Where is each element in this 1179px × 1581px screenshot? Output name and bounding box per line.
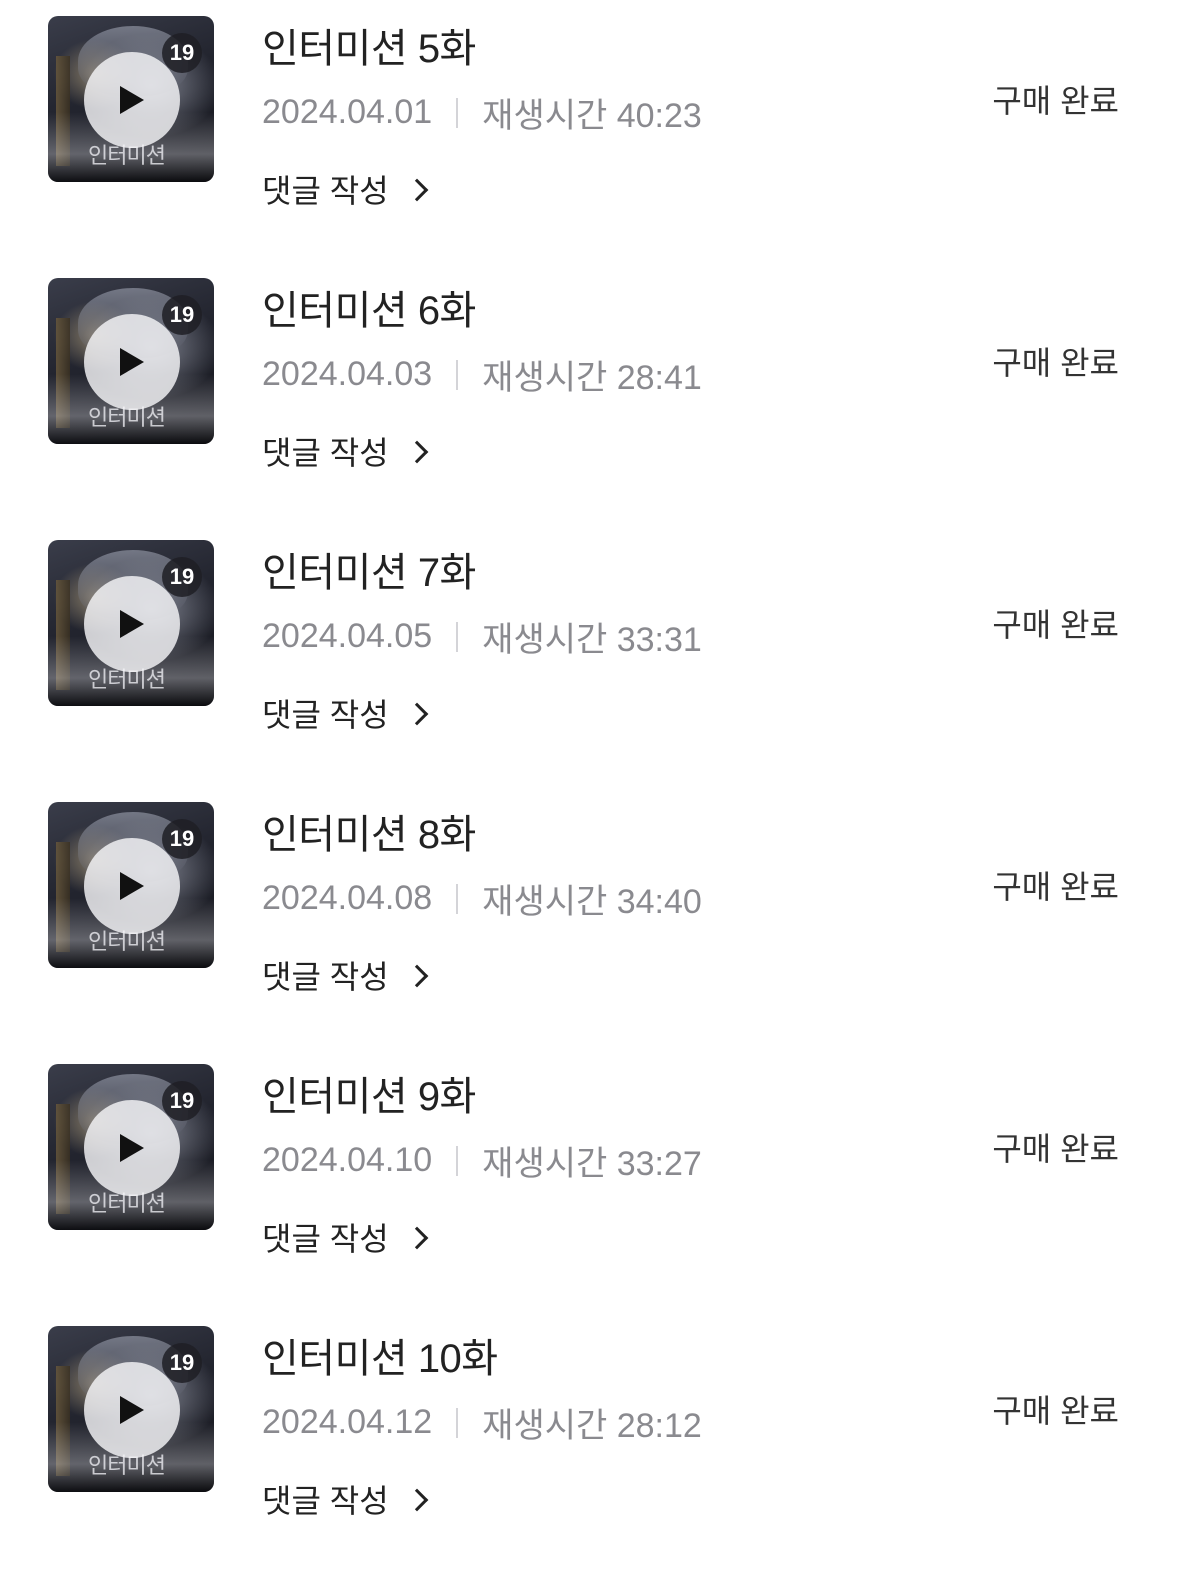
episode-runtime: 재생시간 40:23 <box>482 97 702 135</box>
purchase-status: 구매 완료 <box>992 1131 1119 1167</box>
meta-divider <box>456 359 459 390</box>
play-button[interactable] <box>84 1362 180 1458</box>
chevron-right-icon <box>405 178 428 202</box>
write-comment-link[interactable]: 댓글 작성 <box>262 1476 428 1522</box>
episode-meta: 2024.04.12 재생시간 28:12 <box>262 1398 702 1447</box>
purchase-status: 구매 완료 <box>992 83 1119 119</box>
chevron-right-icon <box>405 1488 428 1512</box>
purchase-status: 구매 완료 <box>992 869 1119 905</box>
episode-date: 2024.04.05 <box>262 617 433 655</box>
episode-title[interactable]: 인터미션 8화 <box>262 802 476 860</box>
episode-runtime: 재생시간 28:41 <box>482 359 702 397</box>
meta-divider <box>456 1145 459 1176</box>
purchase-status: 구매 완료 <box>992 607 1119 643</box>
episode-runtime: 재생시간 33:31 <box>482 621 702 659</box>
episode-date: 2024.04.08 <box>262 879 433 917</box>
write-comment-link[interactable]: 댓글 작성 <box>262 166 428 212</box>
age-rating-badge: 19 <box>162 819 202 859</box>
chevron-right-icon <box>405 1226 428 1250</box>
write-comment-label: 댓글 작성 <box>262 697 389 733</box>
play-button[interactable] <box>84 314 180 410</box>
chevron-right-icon <box>405 440 428 464</box>
write-comment-link[interactable]: 댓글 작성 <box>262 952 428 998</box>
episode-meta: 2024.04.03 재생시간 28:41 <box>262 350 702 399</box>
episode-meta: 2024.04.01 재생시간 40:23 <box>262 88 702 137</box>
meta-divider <box>456 1407 459 1438</box>
write-comment-link[interactable]: 댓글 작성 <box>262 1214 428 1260</box>
write-comment-label: 댓글 작성 <box>262 1483 389 1519</box>
play-icon <box>120 86 144 114</box>
play-icon <box>120 348 144 376</box>
purchase-status: 구매 완료 <box>992 1393 1119 1429</box>
play-button[interactable] <box>84 576 180 672</box>
episode-date: 2024.04.01 <box>262 93 433 131</box>
episode-date: 2024.04.12 <box>262 1403 433 1441</box>
chevron-right-icon <box>405 964 428 988</box>
episode-meta: 2024.04.08 재생시간 34:40 <box>262 874 702 923</box>
episode-title[interactable]: 인터미션 5화 <box>262 16 476 74</box>
episode-item[interactable]: 인터미션 19 인터미션 6화 2024.04.03 재생시간 28:41 댓글… <box>0 262 1179 524</box>
episode-title[interactable]: 인터미션 10화 <box>262 1326 498 1384</box>
episode-thumbnail[interactable]: 인터미션 19 <box>48 540 214 706</box>
episode-item[interactable]: 인터미션 19 인터미션 8화 2024.04.08 재생시간 34:40 댓글… <box>0 786 1179 1048</box>
episode-meta: 2024.04.10 재생시간 33:27 <box>262 1136 702 1185</box>
write-comment-label: 댓글 작성 <box>262 1221 389 1257</box>
play-button[interactable] <box>84 1100 180 1196</box>
episode-item[interactable]: 인터미션 19 인터미션 5화 2024.04.01 재생시간 40:23 댓글… <box>0 0 1179 262</box>
episode-item[interactable]: 인터미션 19 인터미션 7화 2024.04.05 재생시간 33:31 댓글… <box>0 524 1179 786</box>
age-rating-badge: 19 <box>162 33 202 73</box>
play-button[interactable] <box>84 52 180 148</box>
purchase-status: 구매 완료 <box>992 345 1119 381</box>
play-icon <box>120 872 144 900</box>
write-comment-label: 댓글 작성 <box>262 173 389 209</box>
episode-runtime: 재생시간 28:12 <box>482 1407 702 1445</box>
write-comment-label: 댓글 작성 <box>262 435 389 471</box>
episode-thumbnail[interactable]: 인터미션 19 <box>48 278 214 444</box>
episode-meta: 2024.04.05 재생시간 33:31 <box>262 612 702 661</box>
episode-title[interactable]: 인터미션 6화 <box>262 278 476 336</box>
play-icon <box>120 610 144 638</box>
play-button[interactable] <box>84 838 180 934</box>
age-rating-badge: 19 <box>162 295 202 335</box>
episode-thumbnail[interactable]: 인터미션 19 <box>48 1064 214 1230</box>
episode-item[interactable]: 인터미션 19 인터미션 10화 2024.04.12 재생시간 28:12 댓… <box>0 1310 1179 1572</box>
play-icon <box>120 1396 144 1424</box>
chevron-right-icon <box>405 702 428 726</box>
write-comment-link[interactable]: 댓글 작성 <box>262 690 428 736</box>
episode-date: 2024.04.10 <box>262 1141 433 1179</box>
episode-runtime: 재생시간 33:27 <box>482 1145 702 1183</box>
age-rating-badge: 19 <box>162 1081 202 1121</box>
episode-thumbnail[interactable]: 인터미션 19 <box>48 802 214 968</box>
meta-divider <box>456 883 459 914</box>
meta-divider <box>456 97 459 128</box>
age-rating-badge: 19 <box>162 1343 202 1383</box>
episode-item[interactable]: 인터미션 19 인터미션 9화 2024.04.10 재생시간 33:27 댓글… <box>0 1048 1179 1310</box>
age-rating-badge: 19 <box>162 557 202 597</box>
episode-title[interactable]: 인터미션 7화 <box>262 540 476 598</box>
episode-thumbnail[interactable]: 인터미션 19 <box>48 1326 214 1492</box>
episode-thumbnail[interactable]: 인터미션 19 <box>48 16 214 182</box>
episode-runtime: 재생시간 34:40 <box>482 883 702 921</box>
write-comment-link[interactable]: 댓글 작성 <box>262 428 428 474</box>
episode-list: 인터미션 19 인터미션 5화 2024.04.01 재생시간 40:23 댓글… <box>0 0 1179 1581</box>
write-comment-label: 댓글 작성 <box>262 959 389 995</box>
play-icon <box>120 1134 144 1162</box>
meta-divider <box>456 621 459 652</box>
episode-date: 2024.04.03 <box>262 355 433 393</box>
episode-title[interactable]: 인터미션 9화 <box>262 1064 476 1122</box>
